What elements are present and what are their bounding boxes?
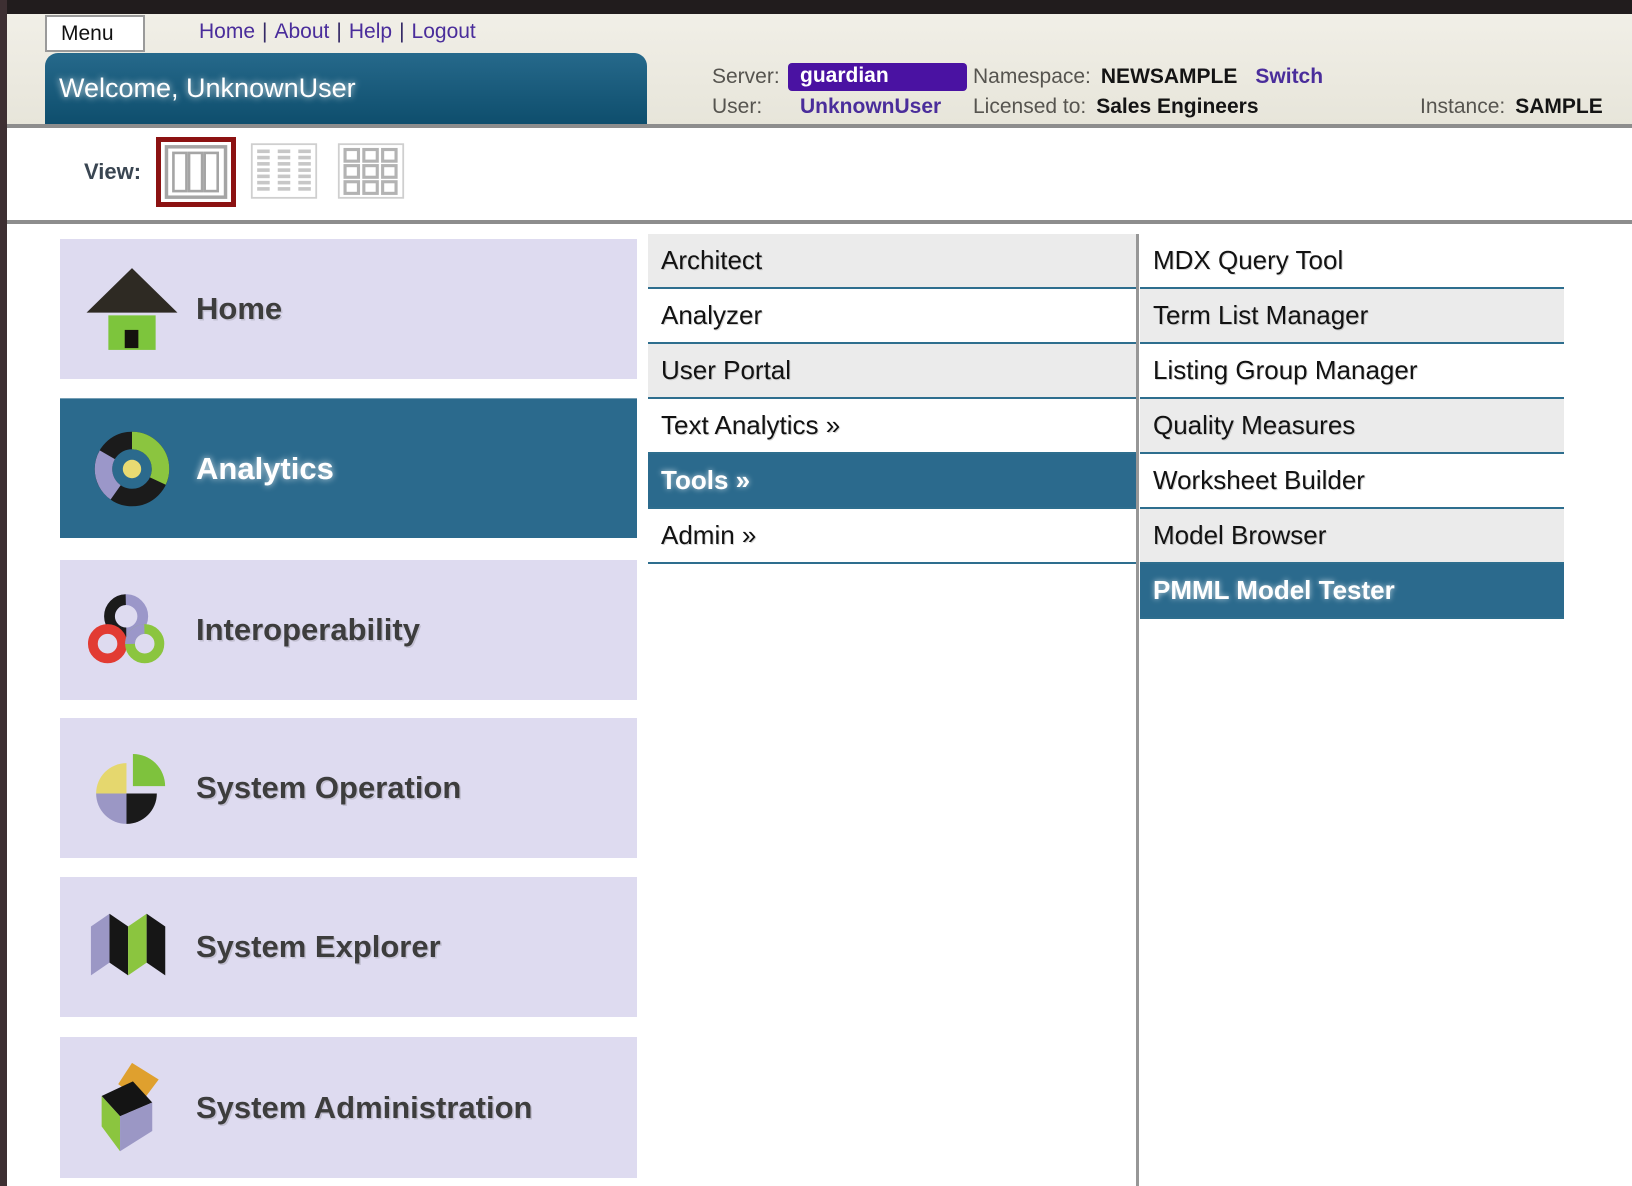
list-view-icon	[250, 142, 318, 200]
nav-separator: |	[399, 20, 404, 43]
management-portal: Menu Home | About | Help | Logout Welcome, Unk…	[0, 0, 1632, 1186]
tools-item-quality-measures[interactable]: Quality Measures	[1140, 399, 1564, 454]
top-nav: Home | About | Help | Logout	[199, 20, 476, 44]
instance-info: Instance: SAMPLE	[1420, 62, 1603, 122]
interoperability-icon	[72, 585, 192, 675]
system-explorer-icon	[72, 903, 192, 991]
licensed-to-label: Licensed to:	[973, 95, 1086, 119]
grid-view-button[interactable]	[337, 142, 405, 200]
column-view-button[interactable]	[156, 137, 236, 207]
server-label: Server:	[712, 65, 788, 89]
tools-submenu: MDX Query Tool Term List Manager Listing…	[1140, 234, 1564, 619]
main-content: Home Analytics	[7, 224, 1632, 1186]
analytics-icon	[72, 423, 192, 515]
system-administration-icon	[72, 1060, 192, 1156]
sidebar-item-label: System Explorer	[196, 929, 441, 965]
submenu-item-user-portal[interactable]: User Portal	[648, 344, 1136, 399]
column-view-icon	[163, 144, 229, 200]
nav-link-logout[interactable]: Logout	[412, 20, 476, 43]
nav-link-help[interactable]: Help	[349, 20, 392, 43]
licensed-to-value: Sales Engineers	[1096, 95, 1258, 119]
menu-button-label: Menu	[61, 22, 114, 46]
submenu-item-analyzer[interactable]: Analyzer	[648, 289, 1136, 344]
sidebar-item-system-explorer[interactable]: System Explorer	[60, 877, 637, 1017]
namespace-license-info: Namespace: NEWSAMPLE Switch Licensed to:…	[973, 62, 1323, 122]
tools-item-mdx-query-tool[interactable]: MDX Query Tool	[1140, 234, 1564, 289]
list-view-button[interactable]	[250, 142, 318, 200]
tools-item-worksheet-builder[interactable]: Worksheet Builder	[1140, 454, 1564, 509]
analytics-submenu: Architect Analyzer User Portal Text Anal…	[648, 234, 1136, 564]
submenu-item-admin[interactable]: Admin »	[648, 509, 1136, 564]
sidebar-item-system-operation[interactable]: System Operation	[60, 718, 637, 858]
server-value-badge: guardian	[788, 63, 967, 91]
sidebar-item-analytics[interactable]: Analytics	[60, 398, 637, 538]
switch-namespace-link[interactable]: Switch	[1255, 65, 1323, 89]
instance-value: SAMPLE	[1515, 95, 1603, 119]
submenu-item-tools[interactable]: Tools »	[648, 454, 1136, 509]
namespace-label: Namespace:	[973, 65, 1091, 89]
sidebar-item-home[interactable]: Home	[60, 239, 637, 379]
window-left-strip	[0, 0, 7, 1186]
user-value-link[interactable]: UnknownUser	[800, 95, 941, 119]
sidebar-item-label: System Administration	[196, 1090, 532, 1126]
menu-column-divider	[1136, 234, 1139, 1186]
sidebar-item-label: Home	[196, 291, 282, 327]
user-label: User:	[712, 95, 788, 119]
nav-link-home[interactable]: Home	[199, 20, 255, 43]
nav-separator: |	[336, 20, 341, 43]
namespace-value: NEWSAMPLE	[1101, 65, 1238, 89]
home-icon	[72, 263, 192, 355]
instance-label: Instance:	[1420, 95, 1505, 119]
menu-button[interactable]: Menu	[45, 15, 145, 52]
tools-item-pmml-model-tester[interactable]: PMML Model Tester	[1140, 564, 1564, 619]
nav-link-about[interactable]: About	[275, 20, 330, 43]
sidebar-item-system-administration[interactable]: System Administration	[60, 1037, 637, 1178]
grid-view-icon	[337, 142, 405, 200]
tools-item-model-browser[interactable]: Model Browser	[1140, 509, 1564, 564]
submenu-item-text-analytics[interactable]: Text Analytics »	[648, 399, 1136, 454]
header: Menu Home | About | Help | Logout Welcome, Unk…	[7, 14, 1632, 128]
sidebar-item-label: Interoperability	[196, 612, 420, 648]
view-label: View:	[84, 159, 141, 185]
server-user-info: Server: guardian User: UnknownUser	[712, 62, 967, 122]
system-operation-icon	[72, 742, 192, 834]
tools-item-listing-group-manager[interactable]: Listing Group Manager	[1140, 344, 1564, 399]
welcome-text: Welcome, UnknownUser	[59, 73, 356, 104]
sidebar-item-interoperability[interactable]: Interoperability	[60, 560, 637, 700]
view-bar: View:	[7, 128, 1632, 224]
submenu-item-architect[interactable]: Architect	[648, 234, 1136, 289]
sidebar-item-label: Analytics	[196, 451, 334, 487]
tools-item-term-list-manager[interactable]: Term List Manager	[1140, 289, 1564, 344]
sidebar-item-label: System Operation	[196, 770, 461, 806]
nav-separator: |	[262, 20, 267, 43]
window-top-strip	[0, 0, 1632, 14]
welcome-banner: Welcome, UnknownUser	[45, 53, 647, 124]
